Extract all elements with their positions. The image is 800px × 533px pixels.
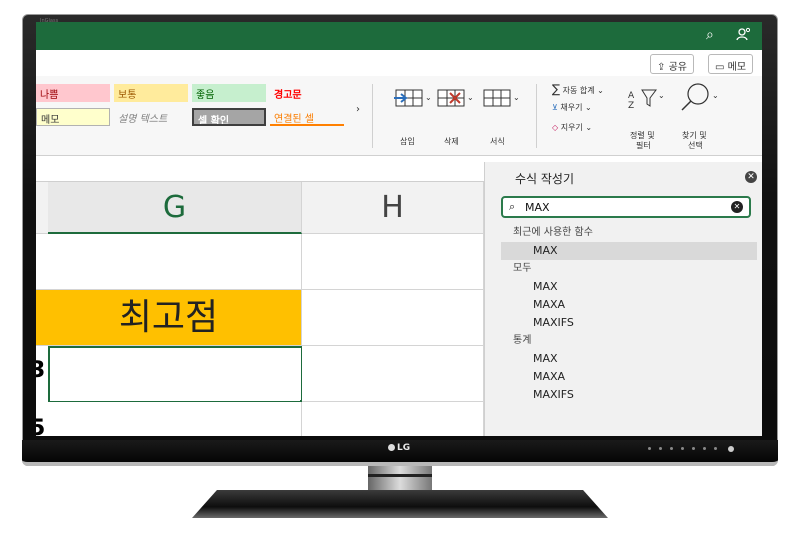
monitor-button[interactable] bbox=[659, 447, 662, 450]
monitor-button[interactable] bbox=[670, 447, 673, 450]
monitor-button[interactable] bbox=[648, 447, 651, 450]
insert-cells-icon[interactable]: ⌄ bbox=[392, 86, 432, 110]
format-label: 서식 bbox=[490, 137, 505, 146]
column-header-g[interactable]: G bbox=[48, 182, 302, 234]
share-button[interactable]: ⇪ 공유 bbox=[650, 54, 694, 74]
row-number-fragment: 5 bbox=[36, 416, 46, 436]
svg-text:⌄: ⌄ bbox=[658, 91, 665, 100]
column-header-f[interactable] bbox=[36, 182, 48, 234]
memo-button[interactable]: ▭ 메모 bbox=[708, 54, 754, 74]
monitor-base bbox=[192, 490, 608, 518]
function-search-input[interactable] bbox=[525, 200, 725, 214]
row-number-fragment: 3 bbox=[36, 358, 46, 383]
autosum-button[interactable]: ∑ 자동 합계 ⌄ bbox=[552, 82, 604, 96]
search-icon[interactable]: ⌕ bbox=[706, 27, 714, 43]
function-list: 최근에 사용한 함수 MAX 모두 MAX MAXA MAXIFS 통계 MAX… bbox=[501, 224, 757, 404]
function-item-stat-maxa[interactable]: MAXA bbox=[501, 368, 757, 386]
section-statistical: 통계 bbox=[513, 335, 532, 346]
clear-search-icon[interactable]: ✕ bbox=[731, 201, 743, 213]
ribbon-home: 나쁨 보통 좋음 경고문 메모 설명 텍스트 셀 확인 연결된 셀 › ⌄ 삽입… bbox=[36, 76, 762, 156]
power-led bbox=[728, 446, 734, 452]
function-item-all-maxifs[interactable]: MAXIFS bbox=[501, 314, 757, 332]
function-search-box[interactable]: ⌕ ✕ bbox=[501, 196, 751, 218]
monitor-neck-joint bbox=[368, 474, 432, 477]
brand-logo: LG bbox=[388, 443, 410, 453]
autosum-label: 자동 합계 bbox=[562, 86, 595, 95]
cell-g3-selected[interactable] bbox=[48, 346, 303, 403]
cell-h2[interactable] bbox=[302, 290, 484, 346]
close-icon[interactable]: ✕ bbox=[745, 171, 757, 183]
style-check-cell[interactable]: 셀 확인 bbox=[192, 108, 266, 126]
monitor-neck bbox=[368, 466, 432, 492]
svg-text:A: A bbox=[628, 91, 635, 101]
style-bad[interactable]: 나쁨 bbox=[36, 84, 110, 102]
sigma-icon: ∑ bbox=[552, 82, 561, 96]
cell-h4[interactable] bbox=[302, 402, 484, 436]
comment-icon: ▭ bbox=[715, 62, 725, 73]
fill-down-icon: ⊻ bbox=[552, 103, 558, 112]
account-icon[interactable] bbox=[736, 27, 751, 45]
monitor-button[interactable] bbox=[703, 447, 706, 450]
fill-button[interactable]: ⊻ 채우기 ⌄ bbox=[552, 102, 592, 113]
style-warning[interactable]: 경고문 bbox=[270, 84, 344, 102]
excel-window: ⌕ ⇪ 공유 ▭ 메모 나쁨 보통 좋음 경고문 메모 설명 텍스트 셀 확인 … bbox=[36, 22, 762, 436]
section-recent: 최근에 사용한 함수 bbox=[513, 227, 593, 238]
style-neutral[interactable]: 보통 bbox=[114, 84, 188, 102]
cell-h3[interactable] bbox=[302, 346, 484, 402]
ribbon-separator bbox=[372, 84, 373, 148]
monitor-buttons bbox=[648, 447, 717, 450]
style-explanatory[interactable]: 설명 텍스트 bbox=[114, 108, 188, 126]
fill-label: 채우기 bbox=[560, 103, 583, 112]
monitor-button[interactable] bbox=[681, 447, 684, 450]
ribbon-separator bbox=[536, 84, 537, 148]
svg-text:⌄: ⌄ bbox=[425, 93, 432, 102]
worksheet-grid: G H 최고점 3 5 bbox=[36, 182, 484, 436]
cell-g4[interactable] bbox=[36, 402, 302, 436]
section-all: 모두 bbox=[513, 263, 532, 274]
find-select-label-2: 선택 bbox=[688, 141, 703, 150]
clear-button[interactable]: ◇ 지우기 ⌄ bbox=[552, 122, 592, 133]
monitor-button[interactable] bbox=[692, 447, 695, 450]
function-item-stat-maxifs[interactable]: MAXIFS bbox=[501, 386, 757, 404]
style-good[interactable]: 좋음 bbox=[192, 84, 266, 102]
monitor-button[interactable] bbox=[714, 447, 717, 450]
svg-text:⌄: ⌄ bbox=[513, 93, 520, 102]
share-bar: ⇪ 공유 ▭ 메모 bbox=[36, 50, 762, 76]
share-label: 공유 bbox=[668, 62, 687, 73]
brand-text: LG bbox=[397, 443, 411, 453]
sort-filter-icon[interactable]: A Z ⌄ bbox=[626, 84, 665, 111]
svg-text:Z: Z bbox=[628, 101, 634, 110]
format-cells-icon[interactable]: ⌄ bbox=[480, 86, 520, 110]
share-icon: ⇪ bbox=[657, 62, 666, 73]
find-select-icon[interactable]: ⌄ bbox=[676, 82, 719, 111]
memo-label: 메모 bbox=[727, 62, 747, 73]
style-linked-cell[interactable]: 연결된 셀 bbox=[270, 108, 344, 126]
sort-filter-label-2: 필터 bbox=[636, 141, 651, 150]
title-bar: ⌕ bbox=[36, 22, 762, 50]
column-header-h[interactable]: H bbox=[302, 182, 484, 234]
search-icon: ⌕ bbox=[509, 200, 516, 213]
formula-builder-pane: 수식 작성기 ✕ ⌕ ✕ 최근에 사용한 함수 MAX 모두 MAX MAXA … bbox=[484, 162, 762, 436]
function-item-stat-max[interactable]: MAX bbox=[501, 350, 757, 368]
cell-h1[interactable] bbox=[302, 234, 484, 290]
style-note[interactable]: 메모 bbox=[36, 108, 110, 126]
eraser-icon: ◇ bbox=[552, 123, 559, 132]
function-item-recent-max[interactable]: MAX bbox=[501, 242, 757, 260]
lg-logo-icon bbox=[388, 444, 395, 451]
clear-label: 지우기 bbox=[560, 123, 583, 132]
photo-stage: InGlass ⌕ ⇪ 공유 ▭ 메모 나쁨 보통 좋음 경고문 메모 설명 텍… bbox=[0, 0, 800, 533]
cell-g1[interactable] bbox=[36, 234, 302, 290]
insert-label: 삽입 bbox=[400, 137, 415, 146]
pane-title: 수식 작성기 bbox=[515, 172, 575, 186]
cell-g2-title[interactable]: 최고점 bbox=[36, 290, 302, 346]
function-item-all-maxa[interactable]: MAXA bbox=[501, 296, 757, 314]
chevron-right-icon[interactable]: › bbox=[356, 104, 360, 115]
delete-cells-icon[interactable]: ⌄ bbox=[434, 86, 474, 110]
function-item-all-max[interactable]: MAX bbox=[501, 278, 757, 296]
delete-label: 삭제 bbox=[444, 137, 459, 146]
svg-text:⌄: ⌄ bbox=[712, 91, 719, 100]
svg-text:⌄: ⌄ bbox=[467, 93, 474, 102]
